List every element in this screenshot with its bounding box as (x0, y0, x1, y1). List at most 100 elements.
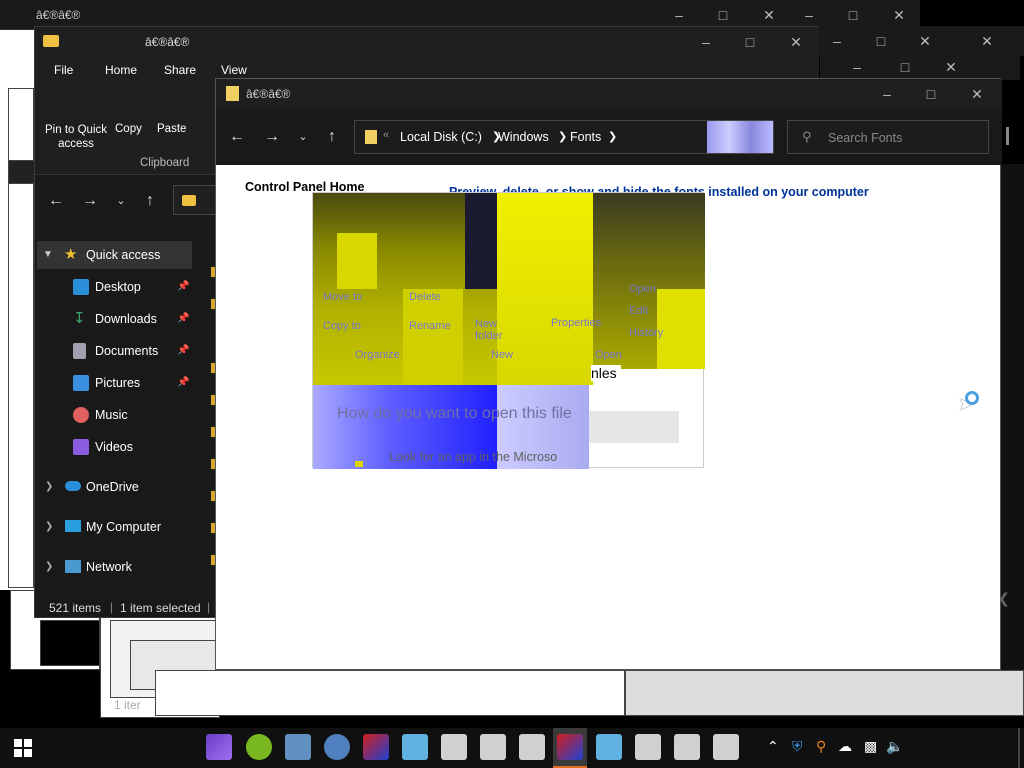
sidebar-item-network[interactable]: ❯ Network (37, 553, 192, 581)
visual-studio-icon[interactable] (206, 734, 232, 760)
sidebar-item-label: Downloads (95, 312, 157, 326)
search-input[interactable]: Search Fonts (828, 131, 902, 145)
paste-button[interactable]: Paste (157, 123, 186, 135)
downloads-icon: ↧ (73, 310, 86, 327)
maximize-icon[interactable]: □ (727, 27, 773, 57)
windows-logo-pane (24, 739, 32, 747)
chevron-right-icon: ❯ (45, 481, 54, 492)
sidebar-item-my-computer[interactable]: ❯ My Computer (37, 513, 192, 541)
sidebar-item-music[interactable]: Music (37, 401, 192, 429)
pin-icon[interactable]: 📌 (177, 369, 189, 397)
window-app-icon[interactable] (480, 734, 506, 760)
sidebar-item-label: Pictures (95, 376, 141, 390)
notepad-icon[interactable] (402, 734, 428, 760)
pin-icon[interactable]: 📌 (177, 273, 189, 301)
back-arrow-icon[interactable]: ← (44, 189, 68, 213)
maximize-icon[interactable]: □ (908, 79, 954, 109)
sidebar-item-documents[interactable]: Documents 📌 (37, 337, 192, 365)
new-label: New (491, 349, 514, 361)
ghost-frame (625, 670, 1024, 716)
game-app-icon[interactable] (246, 734, 272, 760)
tab-share[interactable]: Share (164, 63, 196, 77)
window-app-icon[interactable] (674, 734, 700, 760)
pin-icon[interactable]: 📌 (177, 305, 189, 333)
window-app-icon[interactable] (519, 734, 545, 760)
notepad-icon[interactable] (596, 734, 622, 760)
sidebar-item-videos[interactable]: Videos (37, 433, 192, 461)
start-button[interactable] (14, 739, 32, 757)
files-fragment: nles (591, 365, 621, 381)
network-icon (65, 560, 81, 573)
minimize-icon[interactable]: – (683, 27, 729, 57)
minimize-icon[interactable]: – (864, 79, 910, 109)
window-app-icon[interactable] (713, 734, 739, 760)
pin-icon[interactable]: 📌 (177, 337, 189, 365)
explorer-titlebar: â€®â€® – □ ✕ (35, 27, 819, 57)
network-icon[interactable]: ▩ (864, 738, 877, 755)
window-app-icon[interactable] (635, 734, 661, 760)
sidebar-item-downloads[interactable]: ↧ Downloads 📌 (37, 305, 192, 333)
show-desktop-button[interactable] (1018, 728, 1020, 768)
window-app-icon[interactable] (441, 734, 467, 760)
tab-home[interactable]: Home (105, 63, 137, 77)
onedrive-cloud-icon[interactable]: ☁ (838, 738, 852, 755)
search-icon: ⚲ (802, 129, 812, 144)
forward-arrow-icon[interactable]: → (78, 189, 102, 213)
chevron-down-icon[interactable]: ⌄ (109, 189, 133, 213)
chevron-down-icon[interactable]: ⌄ (291, 125, 315, 149)
app-icon[interactable] (557, 734, 583, 760)
back-arrow-icon[interactable]: ← (225, 125, 249, 149)
scrollbar[interactable] (1006, 127, 1009, 145)
settings-gear-icon[interactable] (324, 734, 350, 760)
app-icon[interactable] (363, 734, 389, 760)
security-shield-icon[interactable]: ⛨ (792, 738, 803, 755)
pin-quick-access-button[interactable]: Pin to Quick access (41, 123, 111, 151)
dialog-store-link[interactable]: Look for an app in the Microso (389, 450, 557, 464)
glitch-block (337, 233, 377, 289)
breadcrumb-fonts[interactable]: Fonts (570, 130, 601, 144)
tab-view[interactable]: View (221, 63, 247, 77)
cloud-icon (65, 481, 81, 491)
sidebar-item-label: Videos (95, 440, 133, 454)
sidebar-item-onedrive[interactable]: ❯ OneDrive (37, 473, 192, 501)
close-icon[interactable]: ✕ (773, 27, 819, 57)
chevron-right-icon[interactable]: ❯ (558, 130, 567, 143)
organize-label: Organize (355, 349, 400, 361)
selection-count: 1 item selected (120, 601, 201, 615)
up-arrow-icon[interactable]: ↑ (138, 189, 162, 213)
sidebar: ▼ ★ Quick access Desktop 📌 ↧ Downloads 📌… (37, 239, 192, 599)
documents-icon (73, 343, 86, 359)
glitch-overlay: Move to Copy to Delete Rename New folder… (312, 192, 705, 469)
forward-arrow-icon[interactable]: → (260, 125, 284, 149)
volume-icon[interactable]: 🔈 (886, 738, 903, 755)
sidebar-item-desktop[interactable]: Desktop 📌 (37, 273, 192, 301)
fonts-title: â€®â€® (246, 87, 291, 101)
copy-button[interactable]: Copy (115, 123, 142, 135)
tab-file[interactable]: File (54, 63, 73, 77)
breadcrumb-windows[interactable]: Windows (498, 130, 549, 144)
sidebar-item-quick-access[interactable]: ▼ ★ Quick access (37, 241, 192, 269)
status-divider: | (207, 600, 211, 614)
sidebar-item-pictures[interactable]: Pictures 📌 (37, 369, 192, 397)
up-arrow-icon[interactable]: ↑ (320, 125, 344, 149)
fonts-app-icon (365, 130, 377, 144)
ghost-frame (40, 620, 100, 666)
search-magnifier-icon[interactable]: ⚲ (816, 738, 826, 755)
ghost-status: 1 iter (114, 698, 141, 712)
chevron-down-icon: ▼ (43, 249, 53, 260)
search-box[interactable]: ⚲ Search Fonts (787, 120, 989, 154)
ghost-frame (155, 670, 625, 716)
breadcrumb-local-disk[interactable]: Local Disk (C:) (400, 130, 482, 144)
close-icon[interactable]: ✕ (954, 79, 1000, 109)
chevron-up-icon[interactable]: ⌃ (767, 738, 779, 755)
resource-monitor-icon[interactable] (285, 734, 311, 760)
fonts-titlebar: â€®â€® – □ ✕ (216, 79, 1002, 109)
chevron-right-icon: ❯ (45, 561, 54, 572)
new-folder-label: New folder (475, 318, 503, 342)
address-bar[interactable]: « Local Disk (C:) ❯ Windows ❯ Fonts ❯ (354, 120, 774, 154)
chevron-right-icon[interactable]: ❯ (608, 130, 617, 143)
windows-logo-pane (24, 749, 32, 757)
sidebar-item-label: My Computer (86, 520, 162, 534)
address-bar[interactable] (173, 185, 217, 215)
videos-icon (73, 439, 89, 455)
